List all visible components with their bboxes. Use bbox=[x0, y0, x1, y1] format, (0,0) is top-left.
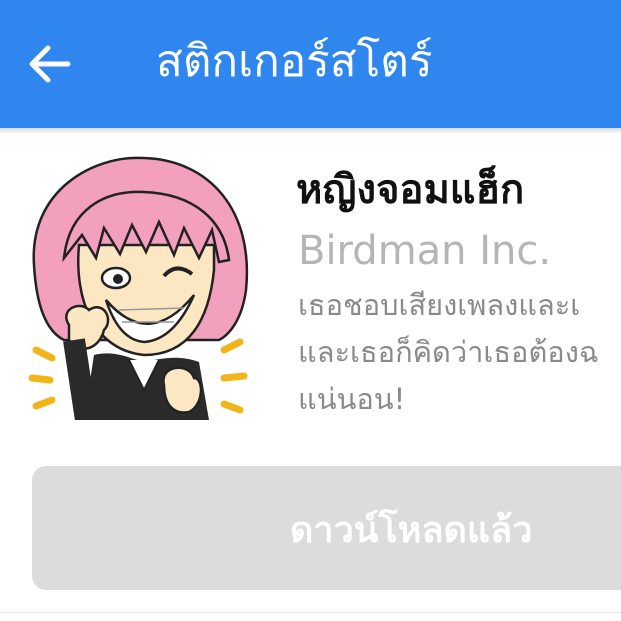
description-line: แน่นอน! bbox=[298, 382, 406, 416]
header-shadow bbox=[0, 128, 621, 134]
download-button-label: ดาวน์โหลดแล้ว bbox=[290, 510, 533, 551]
back-button[interactable] bbox=[22, 36, 78, 92]
sticker-pack-title: หญิงจอมแฮ็ก bbox=[296, 167, 525, 213]
sticker-pack-author[interactable]: Birdman Inc. bbox=[298, 226, 551, 276]
page-title: สติกเกอร์สโตร์ bbox=[156, 36, 433, 87]
arrow-left-icon bbox=[29, 45, 71, 83]
divider bbox=[0, 612, 621, 613]
description-line: เธอชอบเสียงเพลงและเ bbox=[298, 288, 581, 322]
app-header: สติกเกอร์สโตร์ bbox=[0, 0, 621, 128]
sticker-pack-description: เธอชอบเสียงเพลงและเ และเธอก็คิดว่าเธอต้อ… bbox=[298, 282, 621, 423]
description-line: และเธอก็คิดว่าเธอต้องฉ bbox=[298, 335, 599, 369]
sticker-preview-image bbox=[24, 150, 258, 422]
